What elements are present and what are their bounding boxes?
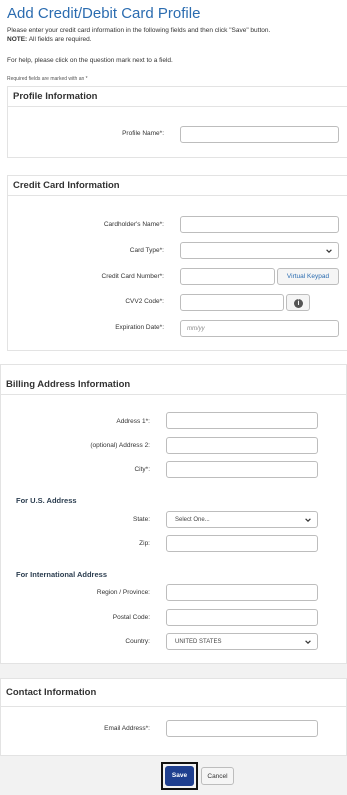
address1-label: Address 1*: (116, 418, 150, 425)
email-label: Email Address*: (104, 725, 150, 732)
note-line: NOTE: All fields are required. (7, 36, 92, 43)
contact-panel-header: Contact Information (1, 679, 346, 707)
billing-panel-header: Billing Address Information (1, 375, 346, 395)
profile-panel-header: Profile Information (8, 87, 347, 107)
city-label: City*: (134, 466, 150, 473)
info-circle-icon: i (294, 299, 303, 308)
state-select-value: Select One... (175, 517, 210, 523)
chevron-down-icon (305, 518, 311, 523)
address2-label: (optional) Address 2: (90, 442, 150, 449)
country-label: Country: (125, 638, 150, 645)
expiration-label: Expiration Date*: (115, 324, 164, 331)
card-type-label: Card Type*: (129, 247, 164, 254)
card-number-label: Credit Card Number*: (101, 273, 165, 280)
chevron-down-icon (326, 249, 332, 254)
zip-label: Zip: (139, 540, 150, 547)
card-number-input[interactable] (180, 268, 275, 285)
zip-input[interactable] (166, 535, 318, 552)
state-label: State: (133, 516, 150, 523)
country-select[interactable]: UNITED STATES (166, 633, 318, 650)
expiration-placeholder: mm/yy (187, 326, 205, 332)
intl-address-heading: For International Address (16, 570, 107, 579)
intro-text: Please enter your credit card informatio… (7, 27, 271, 34)
page-title: Add Credit/Debit Card Profile (7, 5, 201, 22)
required-note: Required fields are marked with an * (7, 76, 88, 82)
contact-top-band (0, 664, 347, 678)
note-label: NOTE: (7, 36, 28, 43)
save-button[interactable]: Save (165, 766, 194, 786)
chevron-down-icon (305, 640, 311, 645)
region-input[interactable] (166, 584, 318, 601)
address2-input[interactable] (166, 437, 318, 454)
cvv-label: CVV2 Code*: (125, 298, 164, 305)
card-type-select[interactable] (180, 242, 339, 259)
contact-heading: Contact Information (6, 687, 97, 698)
credit-card-heading: Credit Card Information (13, 180, 120, 191)
postal-code-label: Postal Code: (112, 614, 150, 621)
country-select-value: UNITED STATES (175, 639, 222, 645)
virtual-keypad-button[interactable]: Virtual Keypad (277, 268, 339, 285)
profile-panel: Profile Information (7, 86, 347, 158)
us-address-heading: For U.S. Address (16, 496, 77, 505)
city-input[interactable] (166, 461, 318, 478)
billing-heading: Billing Address Information (6, 379, 131, 390)
email-input[interactable] (166, 720, 318, 737)
region-label: Region / Province: (96, 589, 150, 596)
postal-code-input[interactable] (166, 609, 318, 626)
state-select[interactable]: Select One... (166, 511, 318, 528)
cardholder-name-label: Cardholder's Name*: (103, 221, 164, 228)
cancel-button[interactable]: Cancel (201, 767, 234, 785)
cvv-input[interactable] (180, 294, 284, 311)
cardholder-name-input[interactable] (180, 216, 339, 233)
profile-name-label: Profile Name*: (122, 130, 164, 137)
credit-card-panel-header: Credit Card Information (8, 176, 347, 196)
expiration-input[interactable]: mm/yy (180, 320, 339, 337)
help-text: For help, please click on the question m… (7, 57, 173, 64)
note-text: All fields are required. (28, 36, 92, 43)
profile-name-input[interactable] (180, 126, 339, 143)
contact-panel: Contact Information (0, 678, 347, 756)
address1-input[interactable] (166, 412, 318, 429)
cvv-help-button[interactable]: i (286, 294, 310, 311)
profile-heading: Profile Information (13, 91, 98, 102)
